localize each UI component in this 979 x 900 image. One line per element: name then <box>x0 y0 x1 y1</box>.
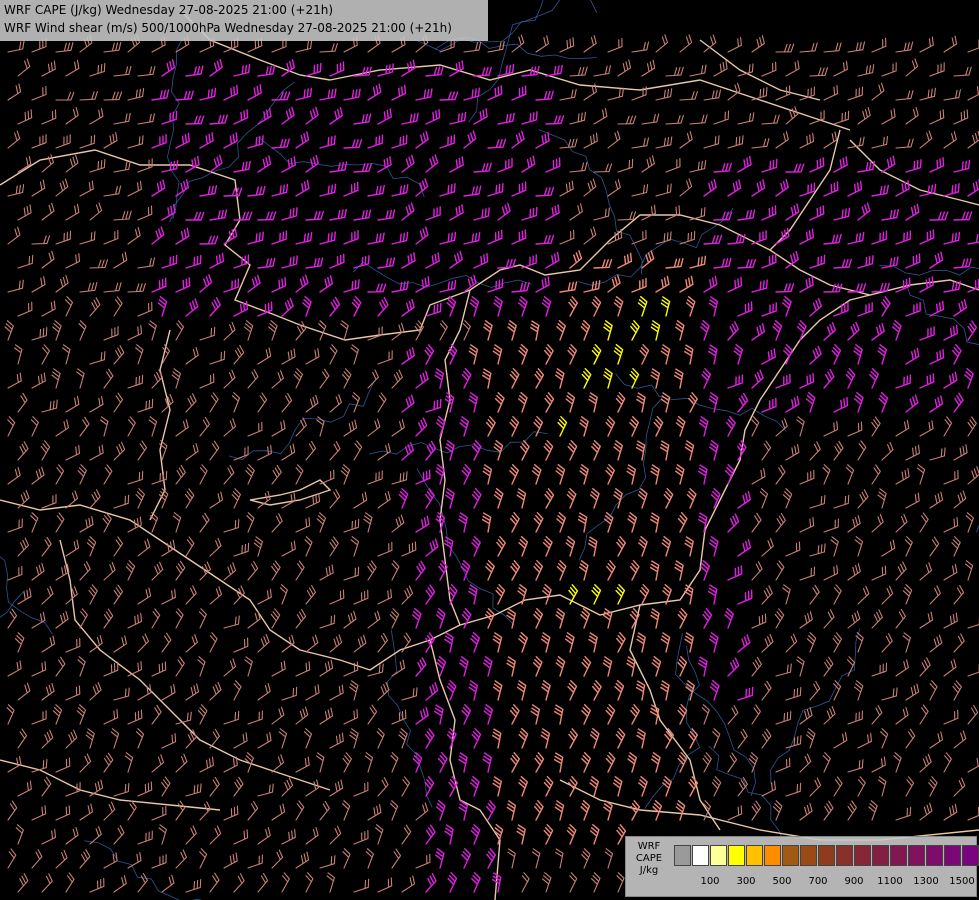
legend-tick-label: 1500 <box>949 876 975 887</box>
legend-swatch <box>908 845 925 866</box>
legend-swatch <box>854 845 871 866</box>
legend-tick-label: 700 <box>808 876 828 887</box>
header-title-cape: WRF CAPE (J/kg) Wednesday 27-08-2025 21:… <box>4 3 333 17</box>
legend-swatch-none <box>674 845 691 866</box>
legend-tick-label: 1100 <box>877 876 903 887</box>
legend-swatch <box>944 845 961 866</box>
legend-swatch <box>890 845 907 866</box>
legend-swatch <box>836 845 853 866</box>
header-title-shear: WRF Wind shear (m/s) 500/1000hPa Wednesd… <box>4 21 452 35</box>
legend-swatch <box>764 845 781 866</box>
weather-map <box>0 0 979 900</box>
legend-tick-label: 900 <box>844 876 864 887</box>
legend-tick-label: 500 <box>772 876 792 887</box>
cape-legend: WRF CAPE J/kg 100 300 500 700 900 1100 1300 150… <box>625 836 979 897</box>
legend-title-cape: CAPE <box>635 853 663 864</box>
legend-tick-label: 100 <box>700 876 720 887</box>
legend-swatch <box>746 845 763 866</box>
legend-tick-label: 300 <box>736 876 756 887</box>
legend-title-wrf: WRF <box>637 841 661 852</box>
map-header: WRF CAPE (J/kg) Wednesday 27-08-2025 21:… <box>0 0 488 41</box>
legend-tick-label: 1300 <box>913 876 939 887</box>
legend-swatch <box>692 845 709 866</box>
legend-swatch <box>872 845 889 866</box>
legend-swatch <box>782 845 799 866</box>
legend-swatch <box>710 845 727 866</box>
legend-swatch <box>800 845 817 866</box>
legend-swatch <box>962 845 979 866</box>
legend-swatch <box>818 845 835 866</box>
legend-title-unit: J/kg <box>639 865 659 876</box>
legend-swatch <box>728 845 745 866</box>
legend-swatch <box>926 845 943 866</box>
